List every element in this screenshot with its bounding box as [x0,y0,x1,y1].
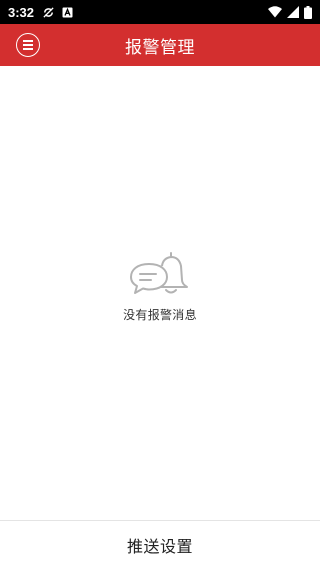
status-time: 3:32 [8,4,35,20]
menu-button[interactable] [16,33,40,57]
app-header: 报警管理 [0,24,320,66]
battery-icon [304,5,312,19]
signal-icon [287,6,299,18]
chat-bell-icon [130,252,188,294]
screen: 3:32 报警管理 没有报警消息 推送设置 [0,0,320,569]
empty-state: 没有报警消息 [0,250,320,323]
empty-message: 没有报警消息 [123,308,197,322]
menu-icon-line [23,40,33,42]
page-title: 报警管理 [125,37,195,58]
a-notification-icon [62,7,73,18]
menu-icon-line [23,44,33,46]
wifi-icon [268,6,282,18]
push-settings-label: 推送设置 [126,537,193,556]
menu-icon-line [23,48,33,50]
push-settings-button[interactable]: 推送设置 [0,520,320,569]
status-system-icons [263,5,312,19]
status-notification-icons [42,6,80,19]
sync-off-icon [42,6,55,19]
status-bar: 3:32 [0,0,320,24]
